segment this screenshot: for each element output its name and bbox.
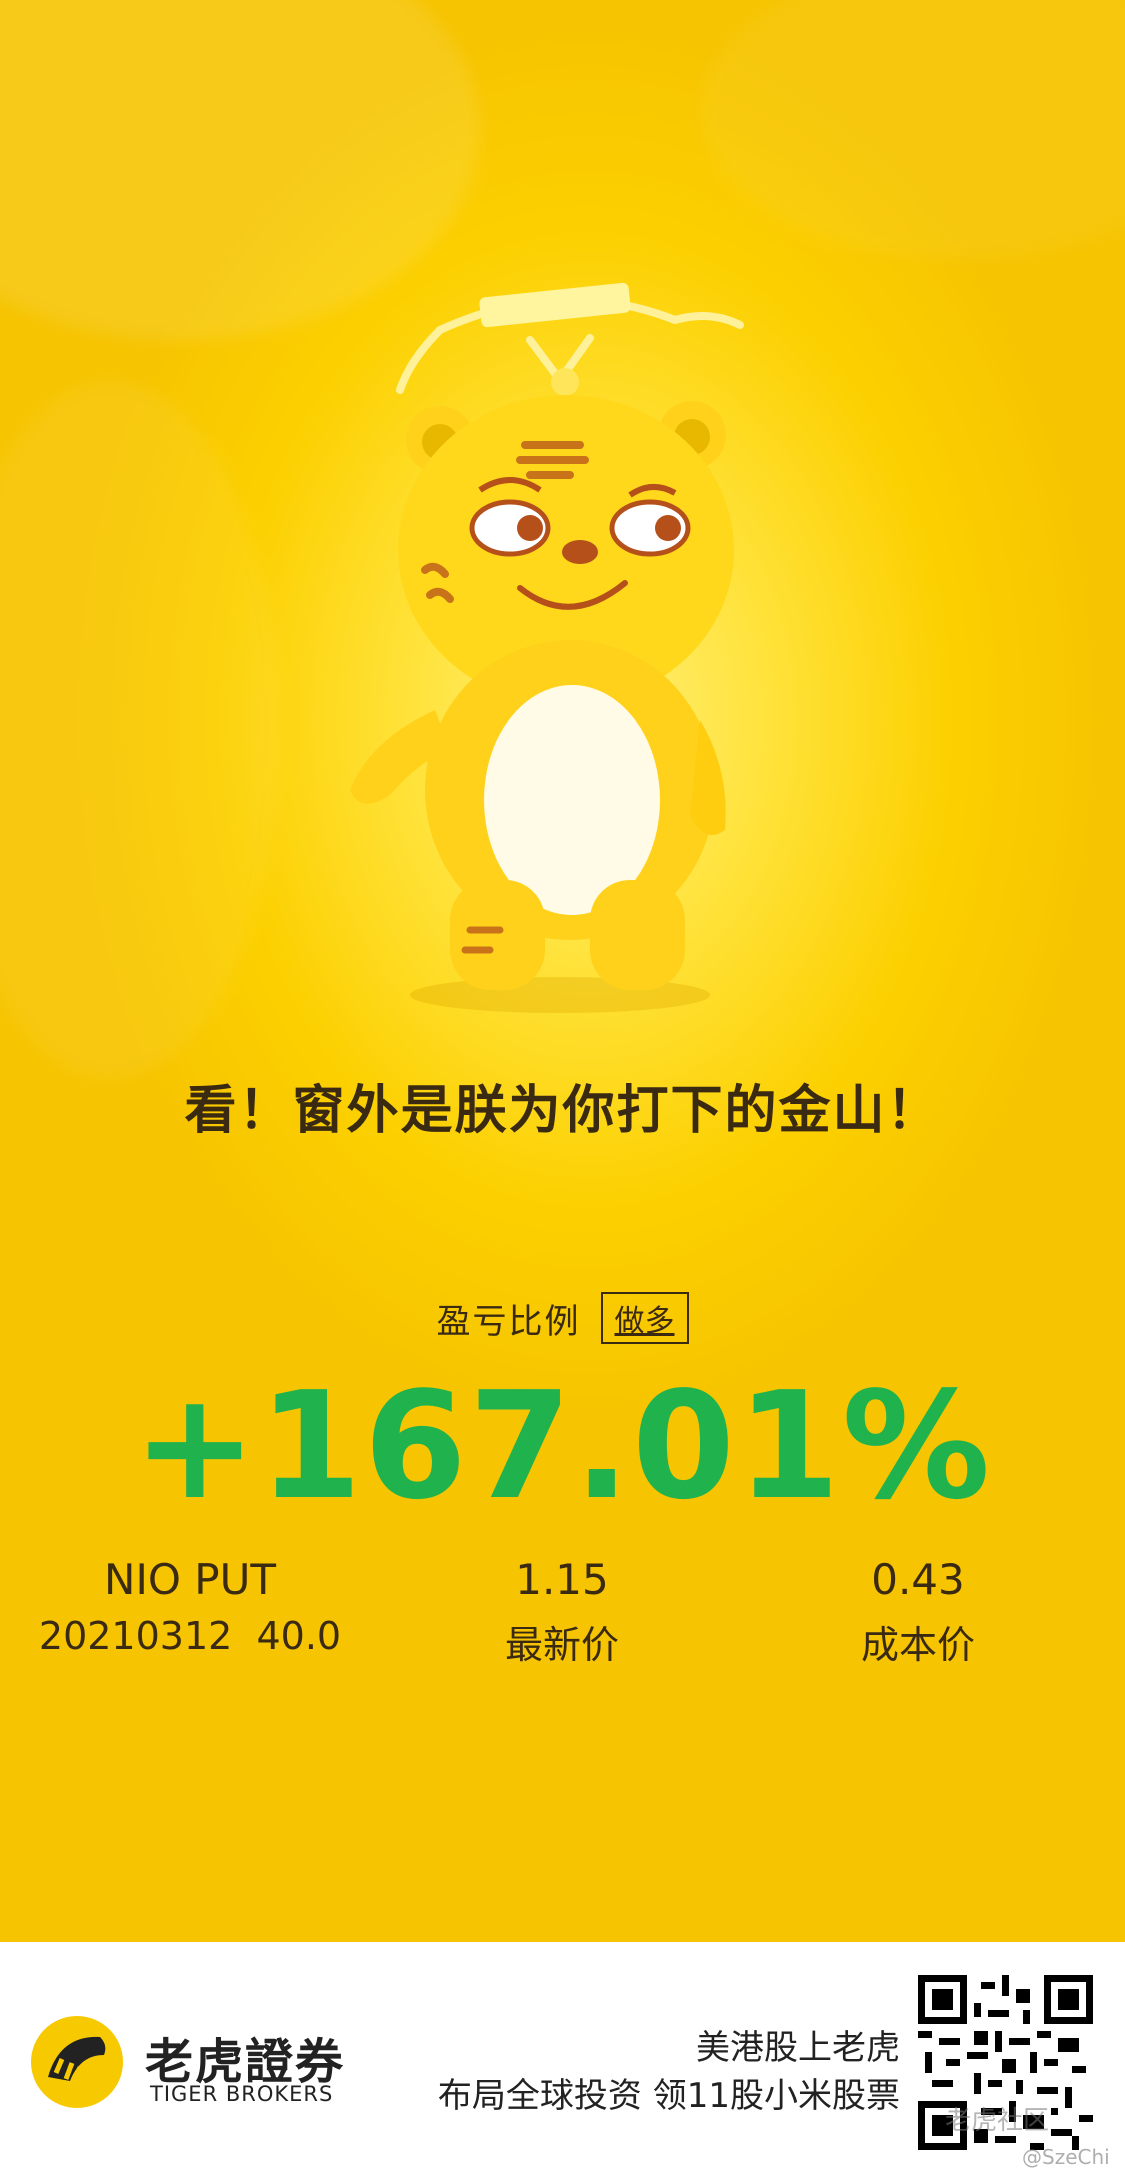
headline-text: 看！窗外是朕为你打下的金山！ (184, 1081, 941, 1141)
background-swirl (700, 0, 1125, 260)
contract-detail: 20210312 40.0 (38, 1614, 342, 1658)
pl-ratio-row: 盈亏比例 做多 (0, 1292, 1125, 1344)
latest-price-value: 1.15 (515, 1555, 609, 1604)
tiger-brokers-logo-icon (31, 2016, 123, 2108)
promo-line-1: 美港股上老虎 (696, 2028, 900, 2068)
latest-price-label: 最新价 (504, 1623, 619, 1667)
background-swirl (0, 380, 280, 1080)
contract-name: NIO PUT (104, 1555, 276, 1604)
latest-price-column: 1.15 最新价 (422, 1555, 702, 1669)
community-watermark: 老虎社区 (945, 2106, 1050, 2136)
user-watermark: @SzeChi (1022, 2145, 1110, 2169)
position-side-badge: 做多 (600, 1292, 689, 1344)
share-poster: 看！窗外是朕为你打下的金山！ 盈亏比例 做多 +167.01% NIO PUT … (0, 0, 1125, 1942)
pl-ratio-label: 盈亏比例 (436, 1301, 581, 1342)
contract-column: NIO PUT 20210312 40.0 (30, 1555, 350, 1658)
promo-line-2: 布局全球投资 领11股小米股票 (437, 2076, 900, 2116)
tiger-mascot-image (350, 282, 744, 1013)
cost-price-label: 成本价 (860, 1623, 975, 1667)
brand-name-en: TIGER BROKERS (150, 2082, 334, 2106)
pl-ratio-value: +167.01% (132, 1360, 993, 1532)
cost-price-column: 0.43 成本价 (778, 1555, 1058, 1669)
cost-price-value: 0.43 (871, 1555, 965, 1604)
